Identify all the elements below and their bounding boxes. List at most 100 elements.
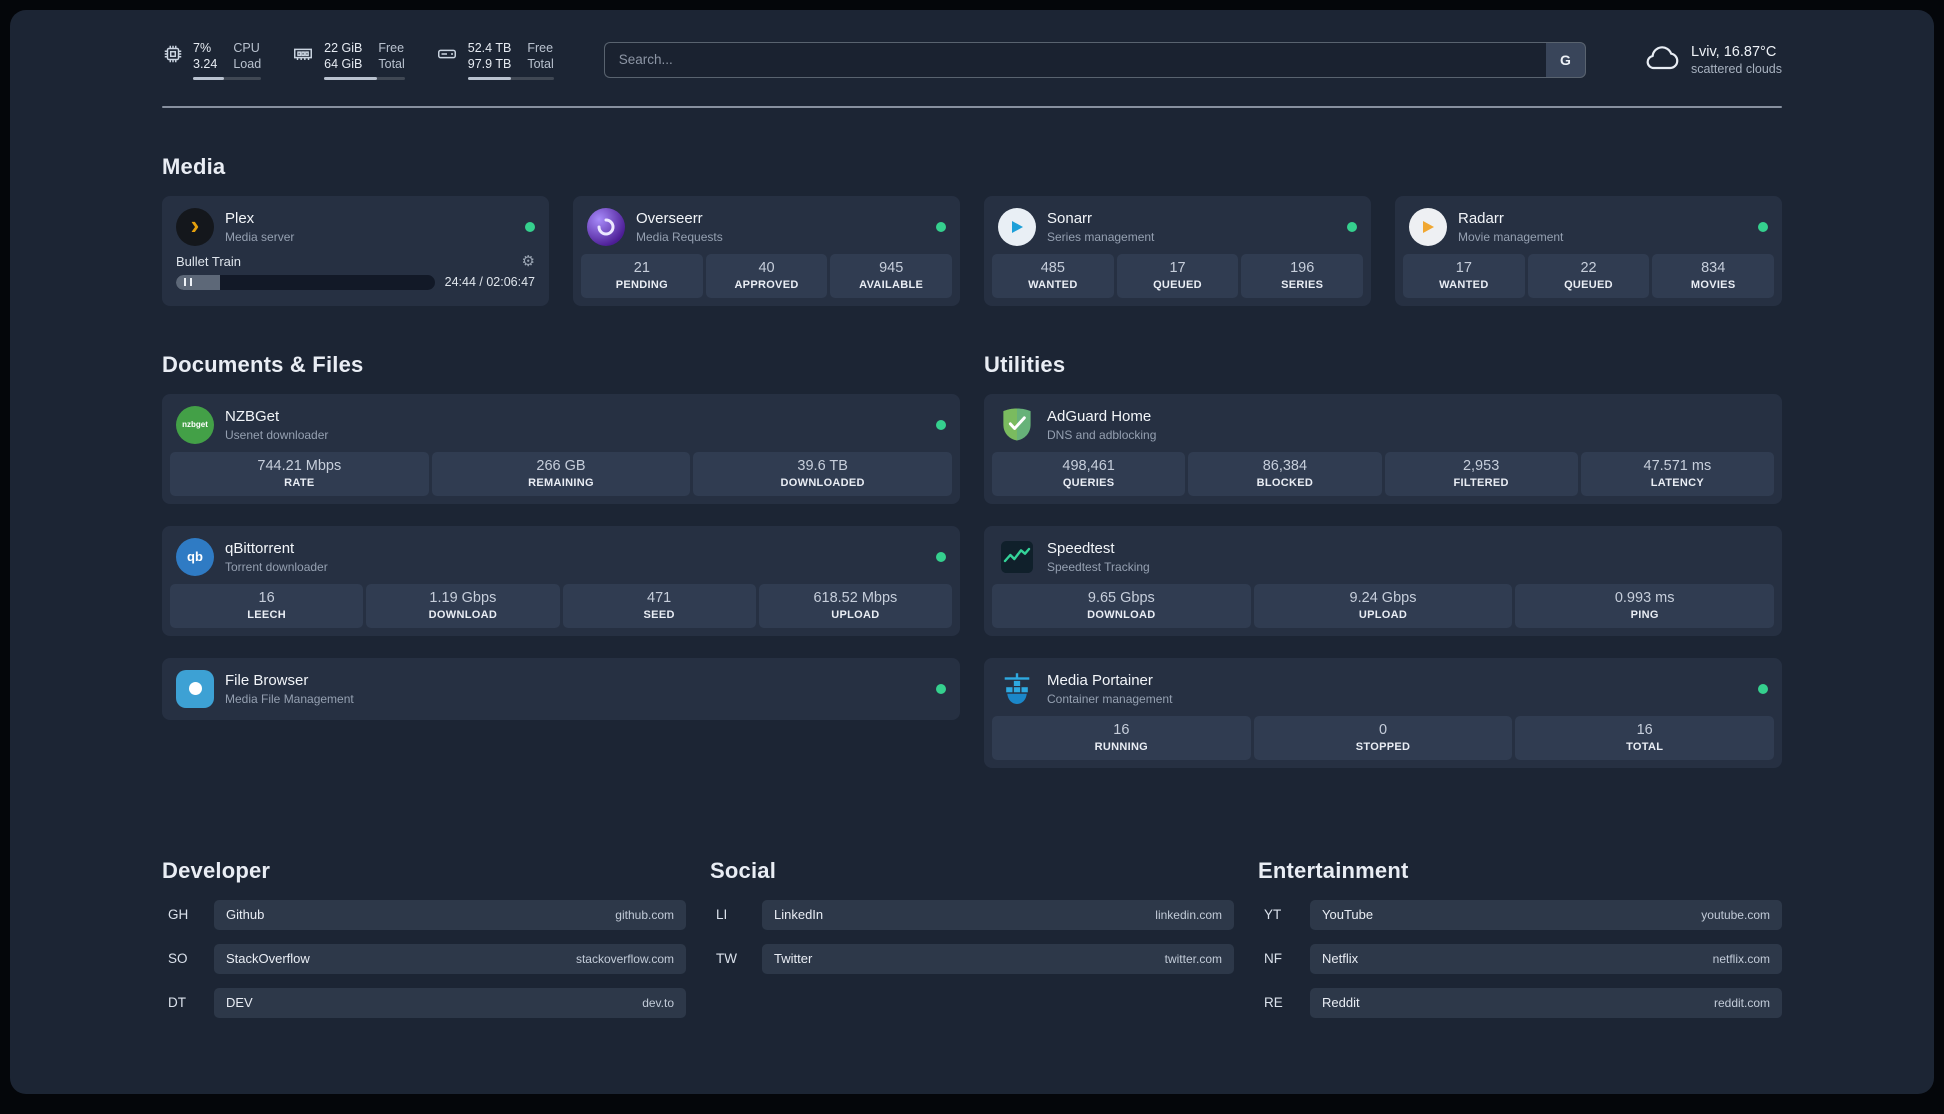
section-title-developer: Developer <box>162 857 271 883</box>
service-title-block: Media Portainer Container management <box>1047 672 1172 706</box>
disk-readout: 52.4 TB Free 97.9 TB Total <box>467 40 554 80</box>
bookmark-name: Twitter <box>774 951 813 966</box>
service-card-filebrowser[interactable]: File Browser Media File Management <box>162 657 960 720</box>
service-card-adguard[interactable]: AdGuard Home DNS and adblocking 498,461 Q… <box>984 393 1782 504</box>
service-name: Plex <box>225 209 255 227</box>
gear-icon[interactable]: ⚙ <box>522 254 535 269</box>
documents-column: Documents & Files nzbget NZBGet Usenet d… <box>162 306 960 742</box>
stat-ping: 0.993 ms PING <box>1515 583 1775 628</box>
playback-progress-bar[interactable] <box>176 274 435 290</box>
stat-row: 17 WANTED 22 QUEUED 834 MOVIES <box>1403 253 1775 298</box>
radarr-icon <box>1409 207 1447 246</box>
pause-icon[interactable] <box>184 278 192 286</box>
stat-queued: 17 QUEUED <box>1116 253 1239 298</box>
service-card-nzbget[interactable]: nzbget NZBGet Usenet downloader 744.21 M… <box>162 393 960 504</box>
service-card-speedtest[interactable]: Speedtest Speedtest Tracking 9.65 Gbps DO… <box>984 525 1782 636</box>
disk-bar <box>467 76 554 80</box>
stat-row: 16 RUNNING 0 STOPPED 16 TOTAL <box>992 715 1775 760</box>
bookmark-abbr: TW <box>716 951 737 966</box>
search-input[interactable] <box>603 41 1546 78</box>
service-card-plex[interactable]: › Plex Media server Bullet Train ⚙ 24:44… <box>162 195 549 306</box>
qbittorrent-icon: qb <box>176 537 214 576</box>
service-name: Sonarr <box>1047 209 1093 227</box>
service-card-radarr[interactable]: Radarr Movie management 17 WANTED 22 QUEUE… <box>1395 195 1782 306</box>
stat-row: 498,461 QUERIES 86,384 BLOCKED 2,953 FILTER… <box>992 451 1774 496</box>
cpu-bar-fill <box>193 76 224 80</box>
bookmarks-social: Social LI LinkedIn linkedin.com TW Twitte… <box>710 812 1234 1032</box>
bookmark-name: Netflix <box>1322 951 1359 966</box>
stat-wanted: 17 WANTED <box>1403 253 1525 298</box>
service-description: Container management <box>1047 691 1173 706</box>
service-name: NZBGet <box>225 407 280 425</box>
bookmark-name: LinkedIn <box>774 907 824 922</box>
service-description: Series management <box>1047 229 1155 244</box>
bookmark-domain: stackoverflow.com <box>575 951 674 966</box>
search-bar: G <box>603 41 1586 78</box>
memory-total-label: Total <box>378 57 405 72</box>
status-dot <box>1758 221 1768 232</box>
cpu-bar <box>193 76 262 80</box>
stat-leech: 16 LEECH <box>170 583 364 628</box>
service-title-block: qBittorrent Torrent downloader <box>225 540 328 574</box>
bookmark-abbr: GH <box>168 907 189 922</box>
bookmark-domain: github.com <box>615 907 674 922</box>
service-name: Media Portainer <box>1047 671 1153 689</box>
bookmark-youtube[interactable]: YT YouTube youtube.com <box>1258 899 1782 930</box>
stat-seed: 471 SEED <box>562 583 756 628</box>
cpu-monitor: 7% CPU 3.24 Load <box>162 40 262 80</box>
search-provider-button[interactable]: G <box>1545 41 1586 78</box>
bookmarks-entertainment: Entertainment YT YouTube youtube.com NF N… <box>1258 812 1782 1032</box>
service-description: Media Requests <box>636 229 723 244</box>
service-description: Speedtest Tracking <box>1047 559 1150 574</box>
bookmark-reddit[interactable]: RE Reddit reddit.com <box>1258 987 1782 1018</box>
service-card-qbittorrent[interactable]: qb qBittorrent Torrent downloader 16 LEEC… <box>162 525 960 636</box>
service-name: File Browser <box>225 671 309 689</box>
cpu-readout: 7% CPU 3.24 Load <box>193 40 262 80</box>
service-title-block: Overseerr Media Requests <box>636 210 723 244</box>
stat-download: 9.65 Gbps DOWNLOAD <box>992 583 1251 628</box>
status-dot <box>936 419 946 430</box>
adguard-icon <box>998 406 1036 444</box>
stat-downloaded: 39.6 TB DOWNLOADED <box>693 451 953 496</box>
status-dot <box>936 683 946 694</box>
service-description: Usenet downloader <box>225 427 329 442</box>
bookmark-github[interactable]: GH Github github.com <box>162 899 686 930</box>
bookmark-netflix[interactable]: NF Netflix netflix.com <box>1258 943 1782 974</box>
service-name: Speedtest <box>1047 539 1115 557</box>
weather-widget[interactable]: Lviv, 16.87°C scattered clouds <box>1644 43 1782 76</box>
speedtest-icon <box>998 538 1036 576</box>
bookmark-domain: linkedin.com <box>1155 907 1222 922</box>
stat-queued: 22 QUEUED <box>1527 253 1650 298</box>
service-title-block: File Browser Media File Management <box>225 672 354 706</box>
service-card-portainer[interactable]: Media Portainer Container management 16 R… <box>984 657 1782 768</box>
bookmark-linkedin[interactable]: LI LinkedIn linkedin.com <box>710 899 1234 930</box>
bookmark-domain: twitter.com <box>1164 951 1222 966</box>
bookmark-abbr: YT <box>1264 907 1282 922</box>
service-description: Media File Management <box>225 691 354 706</box>
service-name: qBittorrent <box>225 539 295 557</box>
stat-queries: 498,461 QUERIES <box>992 451 1186 496</box>
cpu-load-label: Load <box>233 57 262 72</box>
bookmark-dev[interactable]: DT DEV dev.to <box>162 987 686 1018</box>
status-dot <box>936 551 946 562</box>
service-description: DNS and adblocking <box>1047 427 1157 442</box>
status-dot <box>936 221 946 232</box>
section-title-utilities: Utilities <box>984 351 1066 377</box>
nzbget-icon: nzbget <box>176 405 214 444</box>
service-card-sonarr[interactable]: Sonarr Series management 485 WANTED 17 QUE… <box>984 195 1371 306</box>
section-title-social: Social <box>710 857 777 883</box>
bookmark-twitter[interactable]: TW Twitter twitter.com <box>710 943 1234 974</box>
header-divider <box>162 105 1782 108</box>
memory-monitor: 22 GiB Free 64 GiB Total <box>291 40 405 80</box>
weather-location: Lviv, 16.87°C <box>1690 43 1777 60</box>
stat-blocked: 86,384 BLOCKED <box>1188 451 1382 496</box>
filebrowser-icon <box>176 669 214 708</box>
utilities-column: Utilities AdGuard Home DNS and adblockin… <box>984 306 1782 790</box>
service-card-overseerr[interactable]: Overseerr Media Requests 21 PENDING 40 APP… <box>573 195 960 306</box>
memory-total-value: 64 GiB <box>324 57 363 72</box>
bookmark-stackoverflow[interactable]: SO StackOverflow stackoverflow.com <box>162 943 686 974</box>
middle-columns: Documents & Files nzbget NZBGet Usenet d… <box>162 306 1782 790</box>
status-dot <box>1758 683 1768 694</box>
status-dot <box>525 221 535 232</box>
service-title-block: Radarr Movie management <box>1458 210 1563 244</box>
